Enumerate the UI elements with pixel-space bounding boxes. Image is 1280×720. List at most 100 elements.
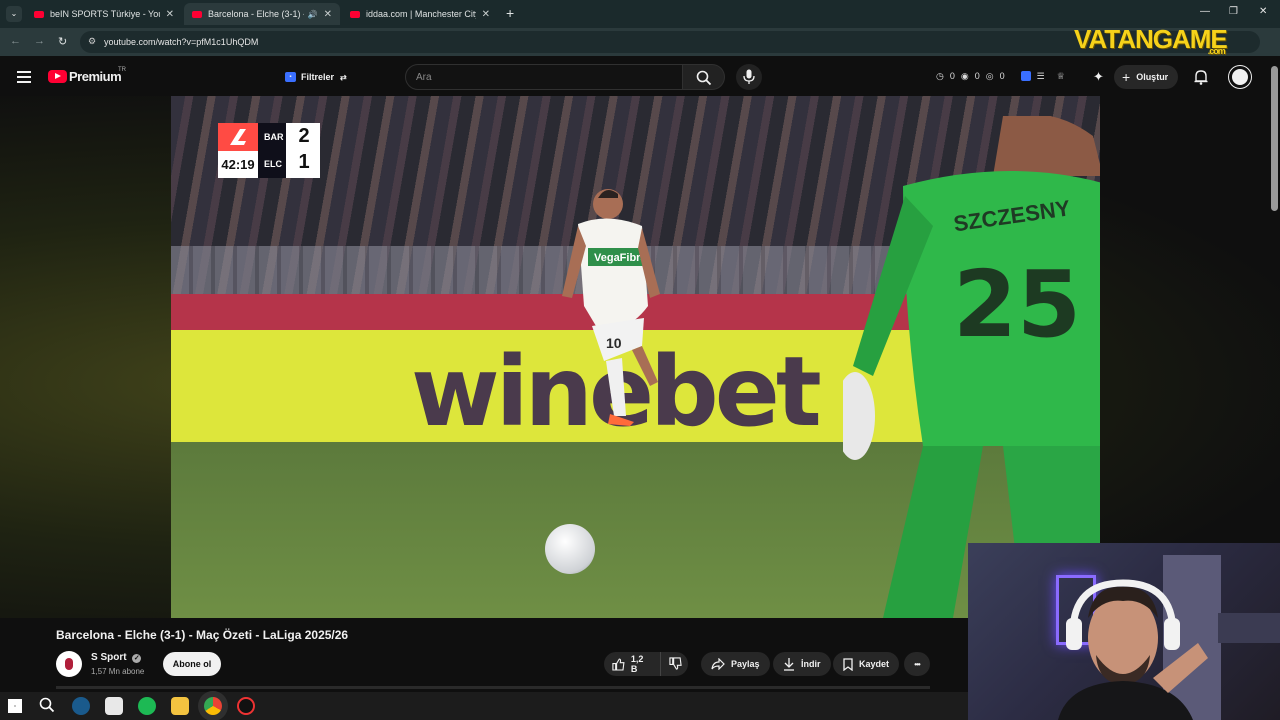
team-codes: BAR ELC bbox=[258, 123, 286, 178]
voice-search-button[interactable] bbox=[736, 64, 762, 90]
football bbox=[545, 524, 595, 574]
windows-start-icon[interactable] bbox=[8, 699, 22, 713]
page-scrollbar[interactable] bbox=[1271, 66, 1278, 211]
new-tab-button[interactable]: + bbox=[506, 5, 514, 21]
search-input[interactable]: Ara bbox=[405, 64, 683, 90]
filters-label: Filtreler bbox=[301, 72, 335, 82]
vatangame-watermark: VATANGAME .com bbox=[1074, 24, 1228, 56]
home-score: 2 bbox=[298, 125, 310, 147]
minimize-icon[interactable]: — bbox=[1200, 6, 1210, 17]
share-label: Paylaş bbox=[731, 659, 760, 669]
save-button[interactable]: Kaydet bbox=[833, 652, 900, 676]
eye-icon: ◎ bbox=[985, 71, 994, 81]
notifications-bell-icon[interactable] bbox=[1194, 69, 1208, 85]
youtube-favicon-icon bbox=[34, 10, 44, 18]
like-dislike-group: 1,2 B bbox=[604, 652, 688, 676]
like-button[interactable]: 1,2 B bbox=[604, 652, 661, 676]
youtube-logo-text[interactable]: Premium bbox=[69, 69, 122, 84]
avatar[interactable] bbox=[1229, 66, 1251, 88]
create-button[interactable]: + Oluştur bbox=[1114, 65, 1179, 89]
create-label: Oluştur bbox=[1136, 72, 1169, 82]
site-info-icon[interactable]: ⚙ bbox=[88, 36, 96, 47]
verified-icon: ✓ bbox=[132, 654, 142, 663]
thumbs-up-icon bbox=[612, 657, 625, 671]
close-tab-icon[interactable]: ✕ bbox=[482, 9, 490, 20]
more-icon: ••• bbox=[914, 659, 920, 669]
tab-title: Barcelona - Elche (3-1) - Maç Özeti bbox=[208, 9, 304, 19]
extension-icon[interactable] bbox=[1020, 71, 1031, 81]
streamer-figure bbox=[1058, 579, 1208, 720]
youtube-logo-icon[interactable] bbox=[48, 70, 67, 83]
back-icon[interactable]: ← bbox=[10, 35, 21, 47]
restore-icon[interactable]: ❐ bbox=[1229, 6, 1238, 17]
windows-taskbar bbox=[0, 692, 968, 720]
clock-icon: ◷ bbox=[936, 71, 944, 81]
search-icon[interactable] bbox=[39, 697, 57, 715]
bookmark-icon bbox=[843, 657, 853, 671]
store-icon[interactable] bbox=[105, 697, 123, 715]
filters-button[interactable]: ▪ Filtreler ⇄ bbox=[279, 67, 353, 87]
away-team-code: ELC bbox=[264, 159, 282, 169]
elche-player-figure: VegaFibra 10 bbox=[562, 189, 660, 426]
subscribe-button[interactable]: Abone ol bbox=[163, 652, 221, 676]
share-button[interactable]: Paylaş bbox=[701, 652, 770, 676]
shorts-number: 10 bbox=[606, 335, 622, 351]
forward-icon[interactable]: → bbox=[34, 35, 45, 47]
more-actions-button[interactable]: ••• bbox=[904, 652, 930, 676]
divider bbox=[56, 686, 930, 689]
browser-tab-bein[interactable]: beIN SPORTS Türkiye - YouTube ✕ bbox=[26, 3, 182, 25]
like-count: 1,2 B bbox=[630, 654, 644, 674]
webcam-overlay bbox=[968, 543, 1280, 720]
watermark-sub: .com bbox=[1207, 46, 1226, 56]
browser-tab-barcelona[interactable]: Barcelona - Elche (3-1) - Maç Özeti 🔊 ✕ bbox=[184, 3, 340, 25]
youtube-header: Premium TR ▪ Filtreler ⇄ Ara ◷ 0 ◉ 0 ◎ 0 ☰ … bbox=[0, 58, 1280, 96]
stat-value: 0 bbox=[974, 71, 980, 81]
file-explorer-icon[interactable] bbox=[171, 697, 189, 715]
reload-icon[interactable]: ↻ bbox=[58, 35, 67, 48]
channel-name[interactable]: S Sport ✓ bbox=[91, 652, 142, 663]
home-team-code: BAR bbox=[264, 132, 284, 142]
close-tab-icon[interactable]: ✕ bbox=[324, 9, 332, 20]
steam-icon[interactable] bbox=[72, 697, 90, 715]
search-icon bbox=[696, 70, 712, 86]
sparkle-icon[interactable]: ✦ bbox=[1093, 69, 1104, 85]
channel-avatar[interactable] bbox=[56, 651, 82, 677]
watermark-text: VATANGAME bbox=[1074, 24, 1228, 54]
search-button[interactable] bbox=[683, 64, 725, 90]
country-badge: TR bbox=[118, 67, 126, 73]
download-button[interactable]: İndir bbox=[773, 652, 831, 676]
channel-name-text: S Sport bbox=[91, 652, 127, 663]
share-icon bbox=[711, 658, 725, 670]
thumbs-down-icon bbox=[669, 656, 682, 670]
spotify-icon[interactable] bbox=[138, 697, 156, 715]
chrome-icon[interactable] bbox=[204, 697, 222, 715]
browser-tab-iddaa[interactable]: iddaa.com | Manchester City (3) ✕ bbox=[342, 3, 498, 25]
tab-title: iddaa.com | Manchester City (3) bbox=[366, 9, 476, 19]
url-text: youtube.com/watch?v=pfM1c1UhQDM bbox=[104, 37, 259, 47]
scoreboard: 42:19 BAR ELC 2 1 bbox=[218, 123, 320, 178]
dislike-button[interactable] bbox=[661, 656, 688, 672]
app-icon[interactable] bbox=[237, 697, 255, 715]
video-title: Barcelona - Elche (3-1) - Maç Özeti - La… bbox=[56, 628, 349, 642]
youtube-favicon-icon bbox=[350, 10, 360, 18]
extension-stats[interactable]: ◷ 0 ◉ 0 ◎ 0 ☰ ♕ bbox=[936, 71, 1065, 82]
keeper-number: 25 bbox=[953, 251, 1081, 358]
video-player[interactable]: winebet VegaFibra 10 SZCZESNY 25 42:19 bbox=[171, 96, 1100, 618]
eye-icon: ◉ bbox=[960, 71, 969, 81]
download-icon bbox=[784, 657, 794, 671]
tab-search-button[interactable]: ⌄ bbox=[6, 6, 22, 22]
extension-icon: ▪ bbox=[285, 72, 296, 82]
close-tab-icon[interactable]: ✕ bbox=[166, 9, 174, 20]
trophy-icon[interactable]: ♕ bbox=[1057, 71, 1065, 82]
menu-icon[interactable] bbox=[17, 71, 31, 83]
list-icon[interactable]: ☰ bbox=[1037, 71, 1045, 82]
match-clock: 42:19 bbox=[221, 157, 255, 172]
close-window-icon[interactable]: ✕ bbox=[1259, 6, 1267, 17]
plus-icon: + bbox=[1122, 69, 1131, 85]
laliga-mark-icon bbox=[230, 129, 246, 145]
save-label: Kaydet bbox=[859, 659, 890, 669]
speaker-icon[interactable]: 🔊 bbox=[308, 10, 318, 19]
shelf bbox=[1218, 613, 1280, 643]
stat-value: 0 bbox=[999, 71, 1005, 81]
away-score: 1 bbox=[298, 151, 310, 173]
